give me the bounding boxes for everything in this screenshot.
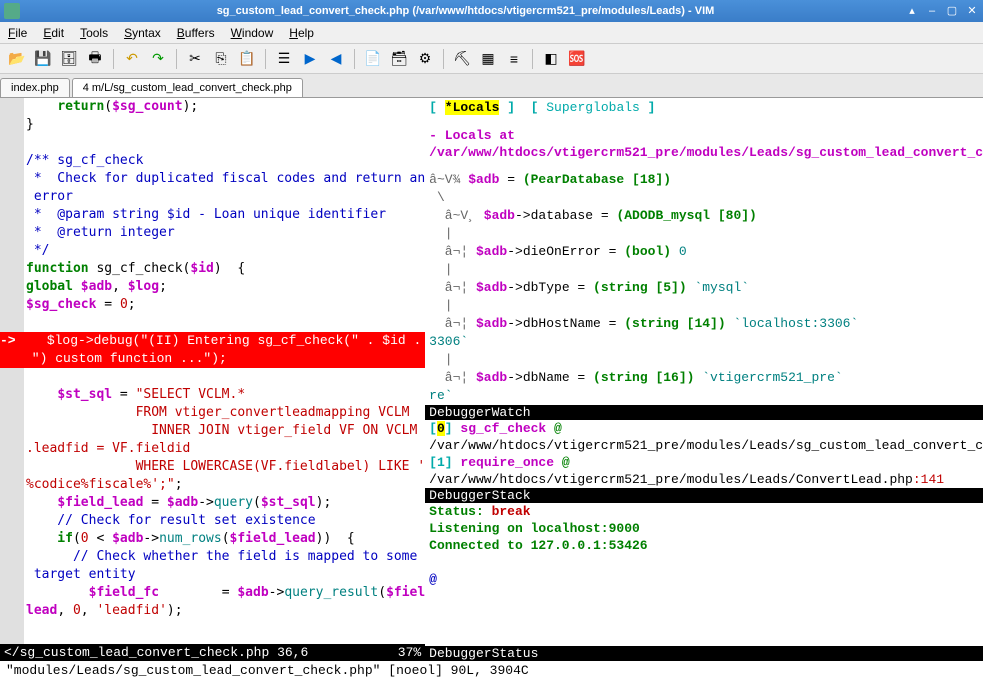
make-icon[interactable]: ⛏ — [451, 48, 473, 70]
current-line-arrow: -> — [0, 333, 16, 348]
undo-icon[interactable]: ↶ — [121, 48, 143, 70]
status-statusbar: DebuggerStatus1,1Top — [425, 646, 983, 661]
locals-header: - Locals at /var/www/htdocs/vtigercrm521… — [425, 125, 983, 163]
menu-edit[interactable]: Edit — [43, 26, 64, 40]
script-icon[interactable]: ⚙ — [414, 48, 436, 70]
debugger-tabs: [ *Locals ] [ Superglobals ] — [425, 98, 983, 117]
find-prev-icon[interactable]: ◀ — [325, 48, 347, 70]
stack-list[interactable]: [0] sg_cf_check @ /var/www/htdocs/vtiger… — [425, 420, 983, 488]
menu-file[interactable]: File — [8, 26, 27, 40]
window-title: sg_custom_lead_convert_check.php (/var/w… — [26, 5, 905, 17]
command-line[interactable]: "modules/Leads/sg_custom_lead_convert_ch… — [0, 661, 983, 680]
cut-icon[interactable]: ✂ — [184, 48, 206, 70]
tab-locals[interactable]: *Locals — [445, 100, 500, 115]
find-next-icon[interactable]: ▶ — [299, 48, 321, 70]
menu-help[interactable]: Help — [289, 26, 314, 40]
watch-statusbar: DebuggerWatch1,1Top — [425, 405, 983, 420]
app-icon — [4, 3, 20, 19]
locals-tree[interactable]: â~V¾ $adb = (PearDatabase [18]) \ â~V¸ $… — [425, 171, 983, 405]
ctags-icon[interactable]: ≡ — [503, 48, 525, 70]
sign-column — [0, 98, 24, 644]
copy-icon[interactable]: ⎘ — [210, 48, 232, 70]
paste-icon[interactable]: 📋 — [236, 48, 258, 70]
editor-area: return($sg_count); } /** sg_cf_check * C… — [0, 98, 983, 661]
minimize-button[interactable]: – — [925, 4, 939, 18]
close-button[interactable]: ✕ — [965, 4, 979, 18]
toolbar: 📂 💾 🗄 🖶 ↶ ↷ ✂ ⎘ 📋 ☰ ▶ ◀ 📄 🗃 ⚙ ⛏ ▦ ≡ ◧ 🆘 — [0, 44, 983, 74]
find-icon[interactable]: ☰ — [273, 48, 295, 70]
open-icon[interactable]: 📂 — [6, 48, 28, 70]
jump-icon[interactable]: ◧ — [540, 48, 562, 70]
print-icon[interactable]: 🖶 — [84, 48, 106, 70]
help-icon[interactable]: 🆘 — [566, 48, 588, 70]
titlebar: sg_custom_lead_convert_check.php (/var/w… — [0, 0, 983, 22]
debugger-pane: [ *Locals ] [ Superglobals ] - Locals at… — [425, 98, 983, 661]
code-pane[interactable]: return($sg_count); } /** sg_cf_check * C… — [0, 98, 425, 661]
menu-tools[interactable]: Tools — [80, 26, 108, 40]
menubar: File Edit Tools Syntax Buffers Window He… — [0, 22, 983, 44]
tabbar: index.php 4 m/L/sg_custom_lead_convert_c… — [0, 74, 983, 98]
tab-index-php[interactable]: index.php — [0, 78, 70, 97]
stack-statusbar: DebuggerStack1,1Top — [425, 488, 983, 503]
debugger-status: Status: break Listening on localhost:900… — [425, 503, 983, 588]
save-icon[interactable]: 💾 — [32, 48, 54, 70]
rollup-button[interactable]: ▴ — [905, 4, 919, 18]
redo-icon[interactable]: ↷ — [147, 48, 169, 70]
maximize-button[interactable]: ▢ — [945, 4, 959, 18]
left-statusline: </sg_custom_lead_convert_check.php 36,6 … — [0, 644, 425, 661]
shell-icon[interactable]: ▦ — [477, 48, 499, 70]
tab-sg-custom[interactable]: 4 m/L/sg_custom_lead_convert_check.php — [72, 78, 303, 97]
tab-superglobals[interactable]: Superglobals — [546, 100, 640, 115]
menu-window[interactable]: Window — [231, 26, 274, 40]
session-save-icon[interactable]: 🗃 — [388, 48, 410, 70]
saveall-icon[interactable]: 🗄 — [58, 48, 80, 70]
menu-syntax[interactable]: Syntax — [124, 26, 161, 40]
menu-buffers[interactable]: Buffers — [177, 26, 215, 40]
session-load-icon[interactable]: 📄 — [362, 48, 384, 70]
